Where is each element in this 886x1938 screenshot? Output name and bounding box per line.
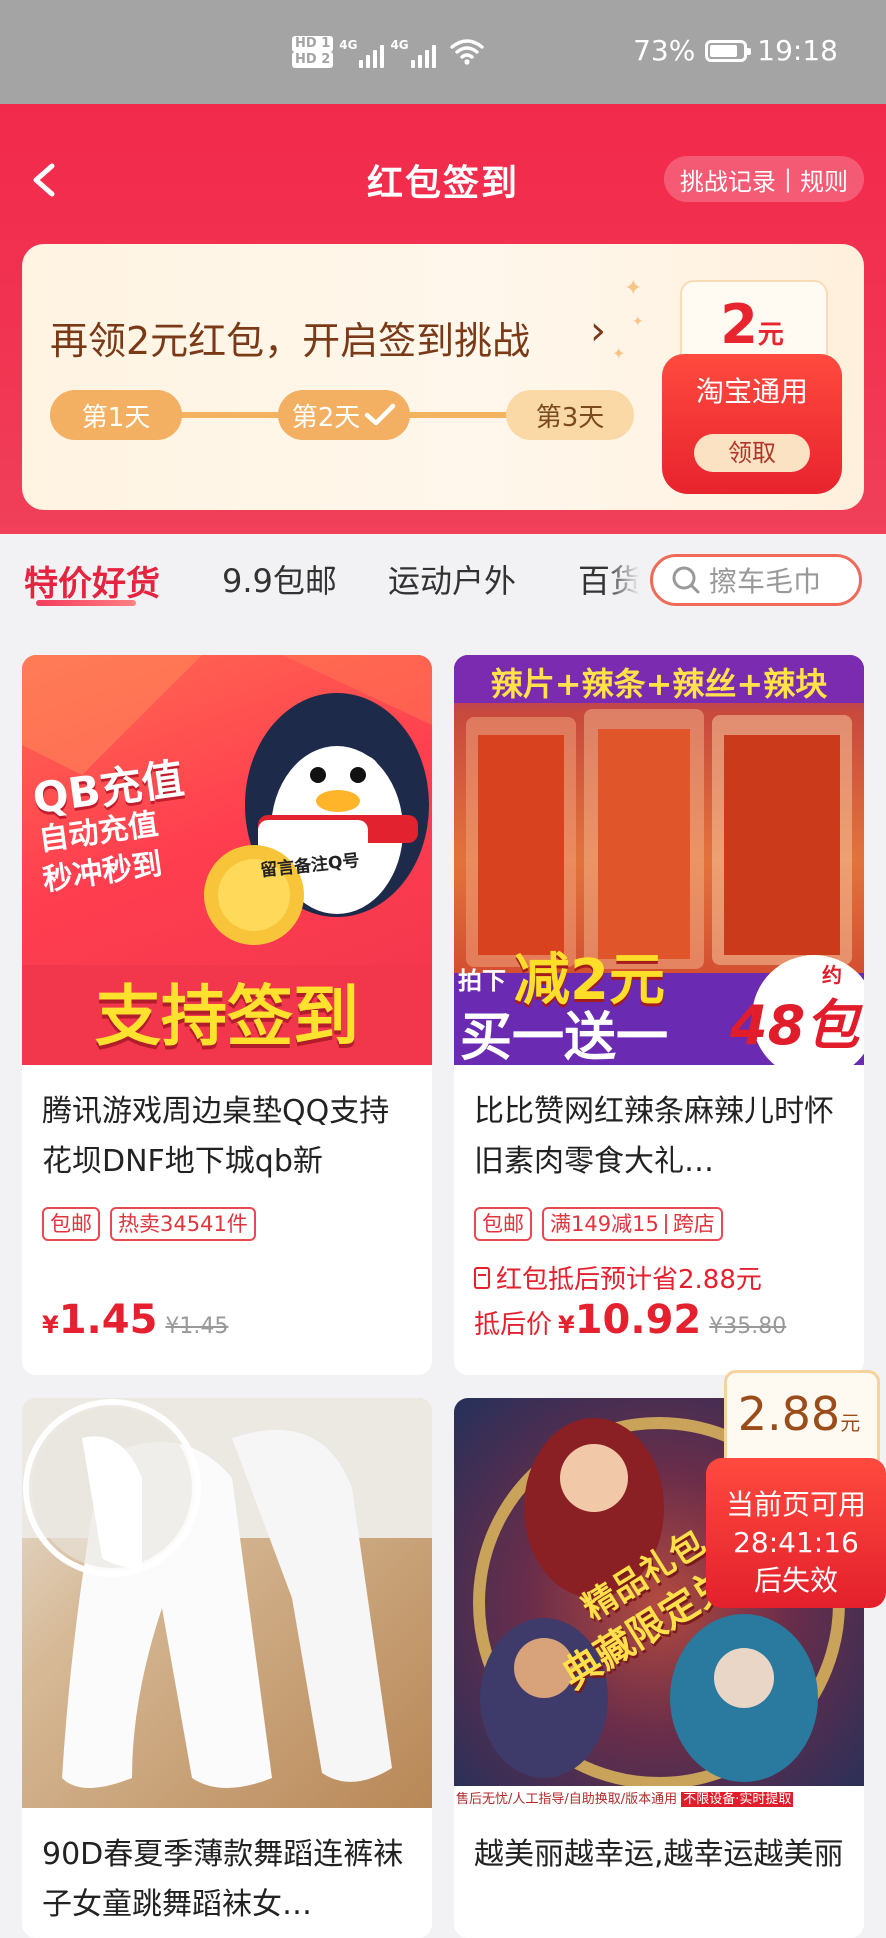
coupon-label: 淘宝通用: [695, 375, 808, 408]
product-card[interactable]: 辣片+辣条+辣丝+辣块 拍下 减2元 买一送一 约 48包 比比赞网红辣条麻辣儿…: [454, 655, 864, 1375]
header: 红包签到 挑战记录 | 规则 再领2元红包，开启签到挑战 › ✦ ✦ ✦ 第1天…: [0, 104, 886, 534]
status-right: 73% 19:18: [633, 34, 838, 68]
tag-divider: [664, 1214, 667, 1234]
tab-fade-mask: [606, 534, 654, 646]
battery-percent: 73%: [633, 34, 696, 67]
original-price: ¥1.45: [165, 1314, 229, 1339]
checkmark-icon: [365, 403, 396, 426]
product-price: 1.45: [58, 1297, 158, 1343]
product-tags: 包邮 热卖34541件: [42, 1207, 256, 1241]
day-1-step: 第1天: [50, 390, 182, 440]
product-image[interactable]: 辣片+辣条+辣丝+辣块 拍下 减2元 买一送一 约 48包: [454, 655, 864, 1065]
floating-red-packet[interactable]: 2.88元 当前页可用 28:41:16 后失效: [706, 1366, 886, 1610]
sim2-label: HD 2: [292, 52, 334, 68]
hot-sale-tag: 热卖34541件: [110, 1207, 256, 1241]
tab-sports-outdoor[interactable]: 运动户外: [388, 556, 516, 602]
white-tights-art: [22, 1398, 432, 1788]
wallet-icon: [474, 1266, 490, 1289]
red-packet-saving: 红包抵后预计省2.88元: [474, 1259, 762, 1296]
challenge-text[interactable]: 再领2元红包，开启签到挑战: [50, 310, 530, 365]
rules-link[interactable]: 规则: [800, 162, 848, 197]
free-shipping-tag: 包邮: [474, 1207, 532, 1241]
price-row: 抵后价 ¥ 10.92 ¥35.80: [474, 1297, 786, 1343]
sim2-network-label: 4G: [390, 38, 409, 52]
search-input[interactable]: 擦车毛巾: [650, 554, 862, 606]
sim1-label: HD 1: [292, 36, 334, 52]
category-tabs: 特价好货 9.9包邮 运动户外 百货 擦车毛巾: [0, 534, 886, 646]
battery-icon: [705, 40, 752, 62]
challenge-records-link[interactable]: 挑战记录: [680, 162, 776, 197]
day-3-step: 第3天: [506, 390, 634, 440]
claim-button[interactable]: 领取: [694, 434, 810, 472]
product-title[interactable]: 90D春夏季薄款舞蹈连裤袜子女童跳舞蹈袜女…: [42, 1830, 414, 1930]
sparkle-icon: ✦: [624, 276, 643, 301]
free-shipping-tag: 包邮: [42, 1207, 100, 1241]
image-count-text: 48包: [730, 994, 860, 1057]
product-tags: 包邮 满149减15 跨店: [474, 1207, 723, 1241]
wifi-icon: [449, 39, 484, 65]
after-discount-label: 抵后价: [474, 1310, 553, 1340]
image-bottom-text: 支持签到: [95, 978, 359, 1055]
header-links: 挑战记录 | 规则: [663, 156, 864, 202]
floating-amount-value: 2.88: [737, 1387, 841, 1441]
floating-amount-unit: 元: [840, 1411, 861, 1435]
image-top-text: 辣片+辣条+辣丝+辣块: [490, 665, 828, 703]
chevron-right-icon: ›: [590, 308, 606, 354]
clock: 19:18: [757, 34, 838, 67]
product-title[interactable]: 越美丽越幸运,越幸运越美丽: [474, 1830, 846, 1880]
countdown-timer: 28:41:16: [733, 1526, 859, 1559]
day-3-label: 第3天: [535, 402, 605, 433]
image-footer-text: 售后无忧/人工指导/自助换取/版本通用: [456, 1792, 678, 1807]
floating-amount: 2.88元: [724, 1384, 874, 1453]
search-placeholder: 擦车毛巾: [709, 565, 822, 598]
status-bar: HD 1 HD 2 4G 4G 73% 19:18: [0, 0, 886, 104]
discount-tag-text: 满149减15: [550, 1212, 659, 1236]
signal-indicators: HD 1 HD 2 4G 4G: [292, 36, 484, 68]
hd-indicators: HD 1 HD 2: [292, 36, 334, 68]
product-image[interactable]: QB充值 自动充值 秒冲秒到 留言备注Q号 支持签到: [22, 655, 432, 1065]
tab-special-deals[interactable]: 特价好货: [24, 556, 160, 605]
day-2-step: 第2天: [278, 390, 410, 440]
search-icon: [672, 566, 700, 594]
link-separator: |: [783, 165, 792, 193]
sparkle-icon: ✦: [612, 344, 626, 363]
floating-text: 当前页可用 28:41:16 后失效: [706, 1486, 886, 1600]
original-price: ¥35.80: [709, 1314, 787, 1339]
product-card[interactable]: 90D春夏季薄款舞蹈连裤袜子女童跳舞蹈袜女…: [22, 1398, 432, 1938]
image-promo-text: 买一送一: [460, 1008, 669, 1065]
day-2-label: 第2天: [291, 402, 361, 433]
challenge-card[interactable]: 再领2元红包，开启签到挑战 › ✦ ✦ ✦ 第1天 第2天 第3天 2元 淘宝通…: [22, 244, 864, 510]
currency-symbol: ¥: [42, 1311, 59, 1339]
product-price: 10.92: [574, 1297, 702, 1343]
sim1-network-label: 4G: [339, 38, 358, 52]
day-1-label: 第1天: [81, 402, 151, 433]
sim1-signal-icon: 4G: [339, 36, 385, 68]
image-footer: 售后无忧/人工指导/自助换取/版本通用 不限设备·实时提取: [456, 1788, 794, 1807]
available-text: 当前页可用: [725, 1488, 866, 1521]
saving-text: 红包抵后预计省2.88元: [496, 1265, 762, 1295]
sim2-signal-icon: 4G: [390, 36, 436, 68]
product-card[interactable]: QB充值 自动充值 秒冲秒到 留言备注Q号 支持签到 腾讯游戏周边桌垫QQ支持花…: [22, 655, 432, 1375]
coupon-red-packet[interactable]: 2元 淘宝通用 领取: [662, 274, 842, 496]
active-tab-indicator: [36, 600, 136, 606]
price-row: ¥ 1.45 ¥1.45: [42, 1297, 228, 1343]
currency-symbol: ¥: [558, 1311, 575, 1339]
coupon-unit: 元: [757, 320, 784, 350]
sparkle-icon: ✦: [632, 314, 644, 330]
image-footer-alert: 不限设备·实时提取: [681, 1792, 794, 1807]
product-title[interactable]: 腾讯游戏周边桌垫QQ支持花坝DNF地下城qb新: [42, 1087, 414, 1187]
product-title[interactable]: 比比赞网红辣条麻辣儿时怀旧素肉零食大礼…: [474, 1087, 846, 1187]
discount-tag: 满149减15 跨店: [542, 1207, 723, 1241]
tab-9-9-free-shipping[interactable]: 9.9包邮: [222, 556, 337, 602]
product-image[interactable]: [22, 1398, 432, 1808]
expire-text: 后失效: [753, 1564, 838, 1597]
coupon-value: 2: [720, 293, 758, 356]
cross-store-tag-text: 跨店: [672, 1212, 715, 1236]
image-pick-text: 拍下: [458, 967, 506, 995]
